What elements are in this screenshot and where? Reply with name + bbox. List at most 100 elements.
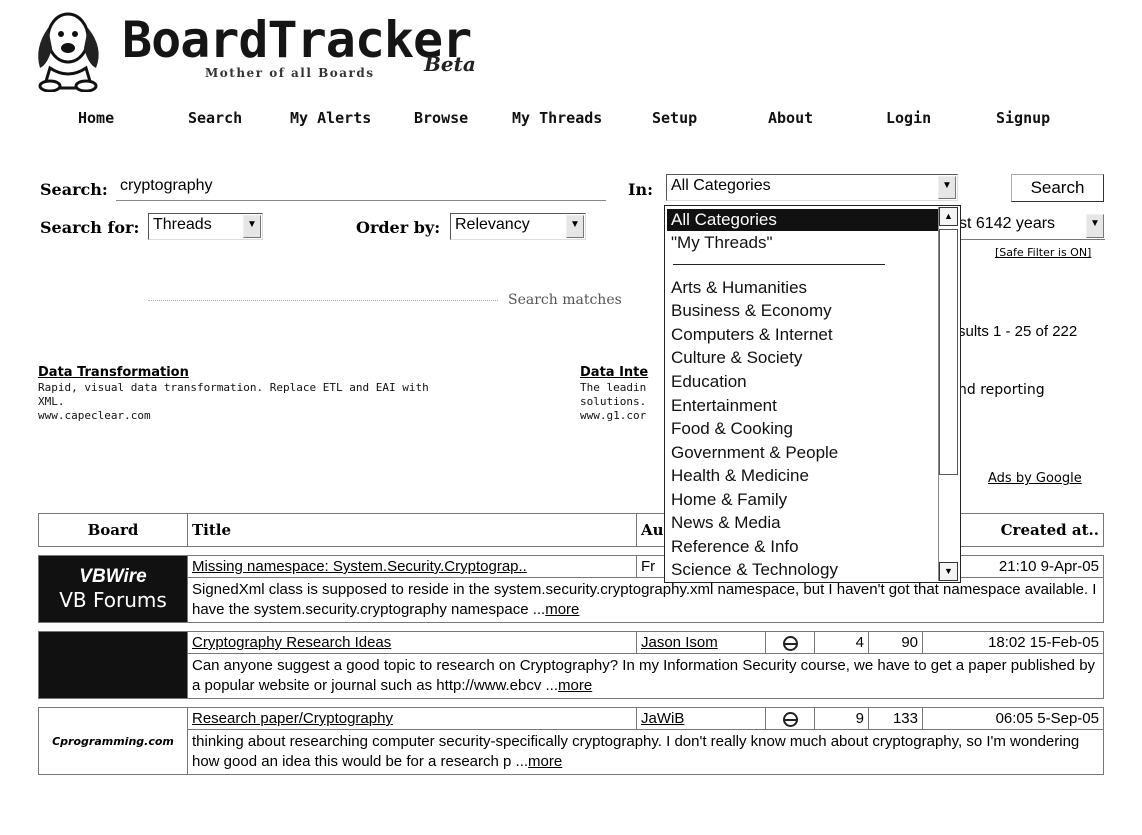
- author-cell[interactable]: Jason Isom: [636, 631, 766, 654]
- status-divider: [148, 300, 498, 301]
- online-cell: [765, 631, 815, 654]
- thread-title-link[interactable]: Missing namespace: System.Security.Crypt…: [192, 558, 527, 575]
- ad-left-url[interactable]: www.capeclear.com: [38, 409, 429, 423]
- nav-search[interactable]: Search: [188, 109, 242, 127]
- snippet-text: Can anyone suggest a good topic to resea…: [192, 657, 1096, 694]
- replies-cell: 9: [814, 707, 869, 730]
- order-by-label: Order by:: [356, 218, 441, 237]
- ad-left-title[interactable]: Data Transformation: [38, 365, 189, 380]
- category-select-value: All Categories: [671, 177, 771, 194]
- ads-by-google-link[interactable]: Ads by Google: [988, 471, 1082, 486]
- more-link[interactable]: more: [558, 677, 592, 694]
- nav-about[interactable]: About: [768, 109, 813, 127]
- ad-left-line1: Rapid, visual data transformation. Repla…: [38, 381, 429, 394]
- nav-browse[interactable]: Browse: [414, 109, 468, 127]
- header-title[interactable]: Title: [187, 513, 637, 547]
- dog-mascot-logo-icon: [38, 12, 99, 92]
- snippet-row: SignedXml class is supposed to reside in…: [39, 577, 1104, 623]
- more-link[interactable]: more: [528, 753, 562, 770]
- thread-title-link[interactable]: Cryptography Research Ideas: [192, 634, 391, 651]
- category-scrollbar[interactable]: ▲ ▼: [938, 207, 959, 581]
- search-for-select[interactable]: Threads ▼: [148, 213, 263, 240]
- board-logo-cprogramming[interactable]: Cprogramming.com: [38, 707, 188, 775]
- search-for-label: Search for:: [40, 218, 140, 237]
- category-option-health[interactable]: Health & Medicine: [671, 465, 809, 487]
- search-input[interactable]: cryptography: [116, 174, 606, 201]
- time-range-select[interactable]: st 6142 years ▼: [955, 213, 1105, 240]
- category-dropdown-list[interactable]: All Categories "My Threads" Arts & Human…: [664, 205, 961, 583]
- more-link[interactable]: more: [545, 601, 579, 618]
- category-option-food[interactable]: Food & Cooking: [671, 418, 793, 440]
- nav-login[interactable]: Login: [886, 109, 931, 127]
- in-label: In:: [628, 180, 654, 199]
- chevron-down-icon[interactable]: ▼: [1086, 214, 1104, 238]
- category-option-all[interactable]: All Categories: [667, 209, 941, 231]
- category-option-culture[interactable]: Culture & Society: [671, 347, 802, 369]
- thread-title-link[interactable]: Research paper/Cryptography: [192, 710, 393, 727]
- safe-filter-link[interactable]: [Safe Filter is ON]: [995, 246, 1091, 259]
- table-row: Cryptography Research Ideas Jason Isom 4…: [38, 631, 1104, 699]
- header-board[interactable]: Board: [38, 513, 188, 547]
- views-cell: 133: [868, 707, 923, 730]
- board-logo-vbwire[interactable]: VBWire VB Forums: [38, 555, 188, 623]
- chevron-down-icon[interactable]: ▼: [566, 215, 584, 238]
- time-range-value: st 6142 years: [959, 215, 1056, 232]
- thread-title-cell[interactable]: Research paper/Cryptography: [187, 707, 637, 730]
- site-logo-wordmark[interactable]: BoardTracker: [122, 12, 472, 68]
- search-button[interactable]: Search: [1011, 174, 1104, 202]
- board-logo-dark[interactable]: [38, 631, 188, 699]
- snippet-text: thinking about researching computer secu…: [192, 733, 1080, 770]
- table-row: Cprogramming.com Research paper/Cryptogr…: [38, 707, 1104, 775]
- thread-snippet: thinking about researching computer secu…: [187, 729, 1104, 775]
- category-option-news[interactable]: News & Media: [671, 512, 781, 534]
- thread-title-cell[interactable]: Cryptography Research Ideas: [187, 631, 637, 654]
- board-logo-line1: VBWire: [79, 566, 147, 587]
- search-label: Search:: [40, 180, 108, 199]
- category-option-government[interactable]: Government & People: [671, 442, 838, 464]
- category-option-home[interactable]: Home & Family: [671, 489, 787, 511]
- board-logo-line1: Cprogramming.com: [52, 734, 174, 748]
- scroll-down-icon[interactable]: ▼: [939, 562, 958, 581]
- thread-snippet: SignedXml class is supposed to reside in…: [187, 577, 1104, 623]
- snippet-row: Can anyone suggest a good topic to resea…: [39, 653, 1104, 699]
- globe-icon[interactable]: [782, 711, 798, 727]
- ad-right-tail: nd reporting: [958, 382, 1045, 398]
- order-by-value: Relevancy: [455, 216, 530, 233]
- category-option-education[interactable]: Education: [671, 371, 747, 393]
- replies-cell: 4: [814, 631, 869, 654]
- ad-right-url[interactable]: www.g1.cor: [580, 409, 646, 423]
- nav-my-threads[interactable]: My Threads: [512, 109, 602, 127]
- category-option-my-threads[interactable]: "My Threads": [671, 232, 773, 254]
- ad-left-line2: XML.: [38, 395, 65, 408]
- nav-home[interactable]: Home: [78, 109, 114, 127]
- thread-title-cell[interactable]: Missing namespace: System.Security.Crypt…: [187, 555, 637, 578]
- category-option-business[interactable]: Business & Economy: [671, 300, 832, 322]
- ad-right-title[interactable]: Data Inte: [580, 365, 648, 380]
- nav-signup[interactable]: Signup: [996, 109, 1050, 127]
- scroll-up-icon[interactable]: ▲: [939, 207, 958, 226]
- chevron-down-icon[interactable]: ▼: [938, 176, 956, 199]
- created-cell: 06:05 5-Sep-05: [922, 707, 1104, 730]
- author-cell[interactable]: JaWiB: [636, 707, 766, 730]
- row-separator: [38, 698, 1104, 708]
- ad-left-text: Rapid, visual data transformation. Repla…: [38, 381, 429, 423]
- order-by-select[interactable]: Relevancy ▼: [450, 213, 586, 240]
- category-option-computers[interactable]: Computers & Internet: [671, 324, 833, 346]
- search-matches-text: Search matches: [508, 292, 622, 308]
- globe-icon[interactable]: [782, 635, 798, 651]
- category-option-reference[interactable]: Reference & Info: [671, 536, 799, 558]
- chevron-down-icon[interactable]: ▼: [243, 215, 261, 238]
- snippet-text: SignedXml class is supposed to reside in…: [192, 581, 1097, 618]
- scrollbar-thumb[interactable]: [939, 229, 958, 475]
- snippet-row: thinking about researching computer secu…: [39, 729, 1104, 775]
- category-option-science[interactable]: Science & Technology: [671, 559, 838, 581]
- category-select[interactable]: All Categories ▼: [666, 174, 958, 201]
- ad-right-line2: solutions.: [580, 395, 647, 408]
- nav-my-alerts[interactable]: My Alerts: [290, 109, 371, 127]
- category-option-entertainment[interactable]: Entertainment: [671, 395, 777, 417]
- created-cell: 18:02 15-Feb-05: [922, 631, 1104, 654]
- category-option-arts[interactable]: Arts & Humanities: [671, 277, 807, 299]
- board-logo-line2: VB Forums: [59, 588, 167, 612]
- nav-setup[interactable]: Setup: [652, 109, 697, 127]
- online-cell: [765, 707, 815, 730]
